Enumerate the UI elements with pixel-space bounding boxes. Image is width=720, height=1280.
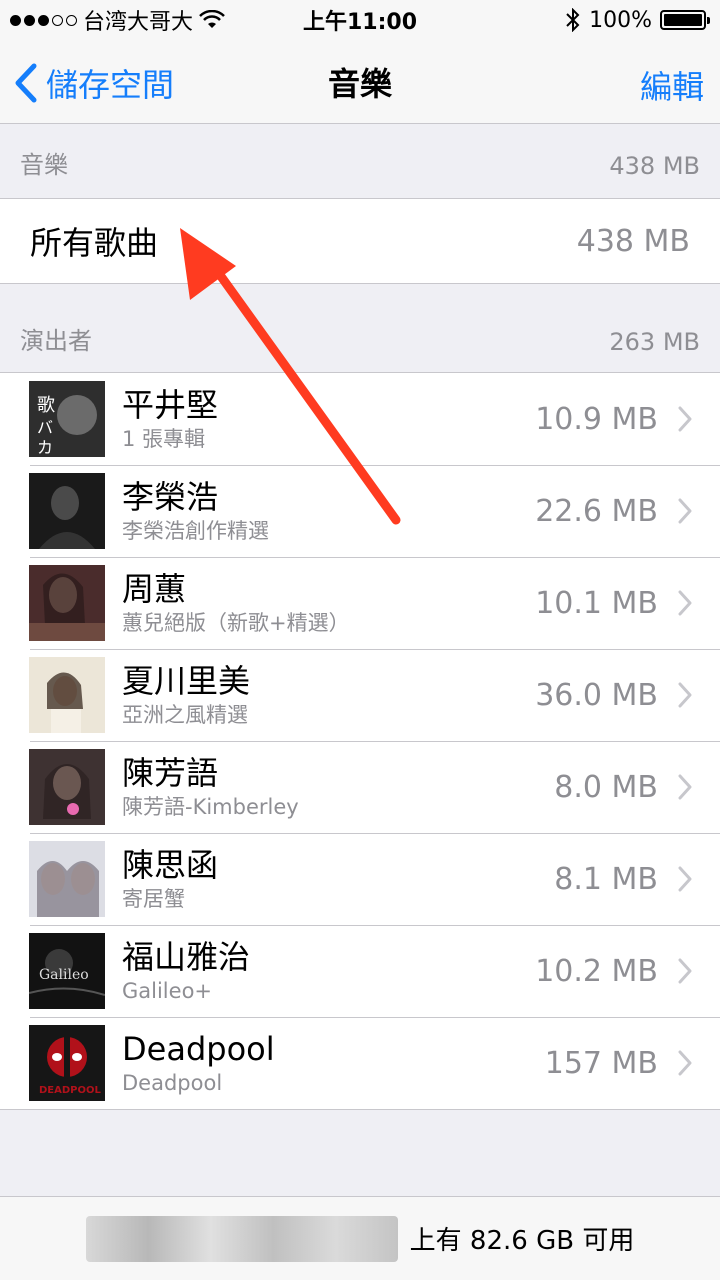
artist-name: 李榮浩 <box>122 478 219 516</box>
battery-icon <box>660 10 710 30</box>
artist-size: 10.1 MB <box>535 585 658 621</box>
redacted-device-name <box>85 1215 398 1262</box>
artist-size: 8.0 MB <box>554 769 658 805</box>
artist-subtitle: Deadpool <box>122 1071 223 1095</box>
artist-list: 歌バカ 平井堅 1 張專輯 10.9 MB 李榮浩 李榮浩創作精選 22.6 MB … <box>0 372 720 1110</box>
music-section-size: 438 MB <box>609 152 700 180</box>
artist-name: 陳思函 <box>122 846 219 884</box>
all-songs-row[interactable]: 所有歌曲 438 MB <box>0 198 720 284</box>
status-left: 台湾大哥大 <box>10 4 225 36</box>
artist-subtitle: 寄居蟹 <box>122 887 185 911</box>
artist-row[interactable]: DEADPOOL Deadpool Deadpool 157 MB <box>0 1017 720 1109</box>
music-section-header: 音樂 438 MB <box>0 124 720 196</box>
svg-text:カ: カ <box>37 438 53 457</box>
album-art-thumbnail <box>29 473 105 549</box>
svg-text:バ: バ <box>37 418 53 437</box>
status-bar: 台湾大哥大 上午11:00 100% <box>0 0 720 40</box>
chevron-right-icon <box>678 682 692 708</box>
artists-section-title: 演出者 <box>20 327 92 355</box>
artist-name: 平井堅 <box>122 386 219 424</box>
album-art-thumbnail <box>29 841 105 917</box>
chevron-right-icon <box>678 1050 692 1076</box>
album-art-thumbnail: 歌バカ <box>29 381 105 457</box>
battery-level <box>664 14 702 26</box>
svg-text:Galileo: Galileo <box>39 967 89 983</box>
svg-text:歌: 歌 <box>37 395 55 416</box>
chevron-right-icon <box>678 774 692 800</box>
artist-name: Deadpool <box>122 1030 275 1068</box>
storage-footer: 上有 82.6 GB 可用 <box>0 1196 720 1280</box>
wifi-icon <box>199 10 225 28</box>
artist-size: 22.6 MB <box>535 493 658 529</box>
navigation-bar: 儲存空間 音樂 編輯 <box>0 40 720 124</box>
chevron-right-icon <box>678 590 692 616</box>
bluetooth-icon <box>566 8 580 32</box>
artist-subtitle: 1 張專輯 <box>122 427 206 451</box>
carrier-name: 台湾大哥大 <box>83 10 194 35</box>
artist-size: 10.9 MB <box>535 401 658 437</box>
available-storage-text: 上有 82.6 GB 可用 <box>409 1226 635 1256</box>
artist-name: 周蕙 <box>122 570 187 608</box>
signal-strength-icon <box>10 14 77 26</box>
all-songs-size: 438 MB <box>576 223 690 259</box>
svg-text:DEADPOOL: DEADPOOL <box>39 1085 102 1096</box>
album-art-thumbnail <box>29 565 105 641</box>
artist-row[interactable]: 陳思函寄居蟹 8.1 MB <box>0 833 720 925</box>
artist-size: 10.2 MB <box>535 953 658 989</box>
edit-button[interactable]: 編輯 <box>640 62 704 108</box>
artist-size: 157 MB <box>544 1045 658 1081</box>
artist-row[interactable]: 歌バカ 平井堅 1 張專輯 10.9 MB <box>0 373 720 465</box>
artist-name: 陳芳語 <box>122 754 219 792</box>
page-title: 音樂 <box>327 64 392 103</box>
artist-size: 8.1 MB <box>554 861 658 897</box>
artist-row[interactable]: 周蕙蕙兒絕版（新歌+精選） 10.1 MB <box>0 557 720 649</box>
artist-row[interactable]: Galileo 福山雅治 Galileo+ 10.2 MB <box>0 925 720 1017</box>
artist-row[interactable]: 夏川里美亞洲之風精選 36.0 MB <box>0 649 720 741</box>
all-songs-label: 所有歌曲 <box>30 224 159 262</box>
chevron-right-icon <box>678 498 692 524</box>
artist-size: 36.0 MB <box>535 677 658 713</box>
artist-subtitle: 陳芳語-Kimberley <box>122 795 299 819</box>
artists-section-size: 263 MB <box>609 328 700 356</box>
artists-section-header: 演出者 263 MB <box>0 300 720 372</box>
album-art-thumbnail: Galileo <box>29 933 105 1009</box>
artist-row[interactable]: 李榮浩李榮浩創作精選 22.6 MB <box>0 465 720 557</box>
album-art-thumbnail <box>29 749 105 825</box>
album-art-thumbnail <box>29 657 105 733</box>
artist-name: 福山雅治 <box>122 938 251 976</box>
battery-percent: 100% <box>589 7 652 33</box>
artist-subtitle: 亞洲之風精選 <box>122 703 248 727</box>
artist-subtitle: 蕙兒絕版（新歌+精選） <box>122 611 350 635</box>
music-section-title: 音樂 <box>20 151 68 179</box>
artist-name: 夏川里美 <box>122 662 251 700</box>
chevron-right-icon <box>678 958 692 984</box>
status-right: 100% <box>565 7 710 33</box>
artist-row[interactable]: 陳芳語陳芳語-Kimberley 8.0 MB <box>0 741 720 833</box>
chevron-right-icon <box>678 866 692 892</box>
artist-subtitle: 李榮浩創作精選 <box>122 519 269 543</box>
chevron-right-icon <box>678 406 692 432</box>
album-art-thumbnail: DEADPOOL <box>29 1025 105 1101</box>
artist-subtitle: Galileo+ <box>122 979 213 1003</box>
